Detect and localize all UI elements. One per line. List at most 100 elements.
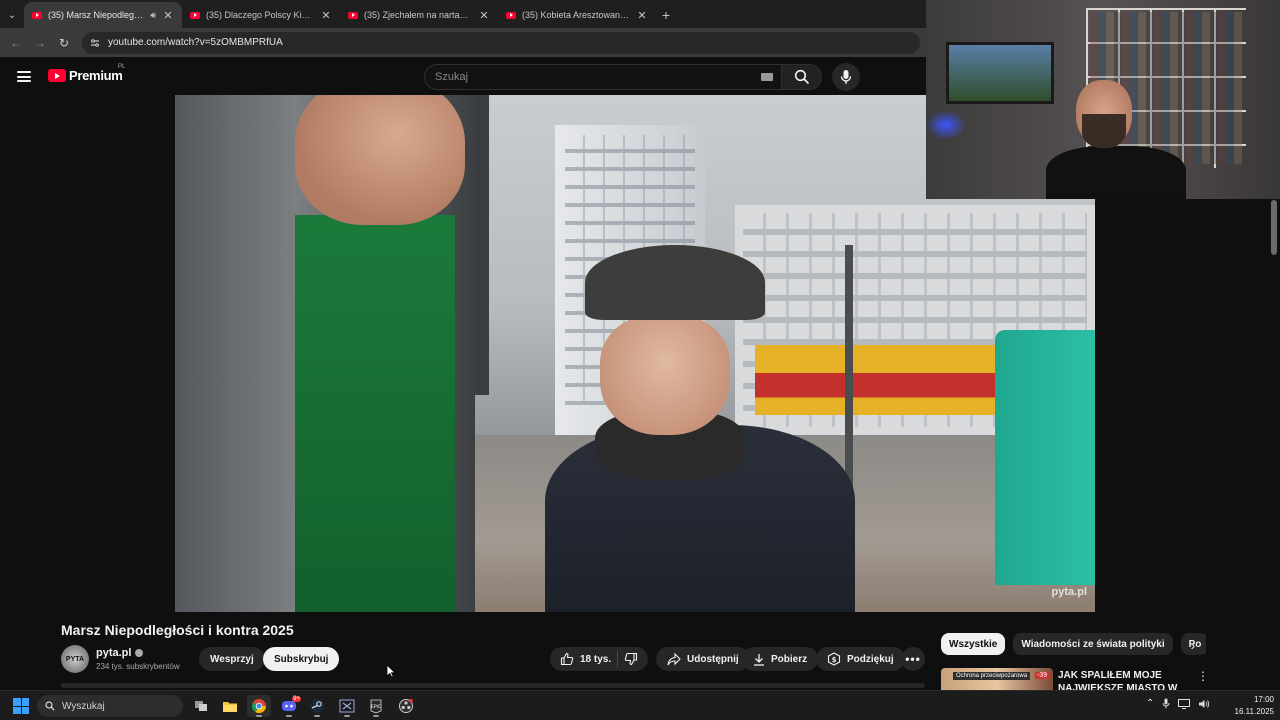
tab-title: (35) Marsz Niepodległości (48, 10, 145, 20)
keyboard-icon[interactable] (761, 73, 773, 81)
tab-audio-icon[interactable]: 🔊︎ (150, 10, 156, 21)
channel-name: pyta.pl (96, 647, 132, 659)
channel-avatar[interactable]: PYTA (61, 645, 89, 673)
browser-tab-3[interactable]: (35) Zjechałem na nartach z M ✕ (340, 2, 498, 28)
streamer-webcam (926, 0, 1280, 199)
search-button[interactable] (782, 64, 822, 90)
more-dots-icon: ••• (905, 652, 921, 666)
youtube-premium-logo[interactable]: Premium PL (48, 64, 125, 83)
subscriber-count: 234 tys. subskrybentów (96, 662, 180, 671)
menu-hamburger-icon[interactable] (17, 71, 31, 82)
webcam-streamer (1046, 70, 1186, 199)
chip-all[interactable]: Wszystkie (941, 633, 1006, 655)
like-dislike-group: 18 tys. (550, 647, 649, 671)
youtube-favicon-icon (190, 11, 200, 19)
like-button[interactable]: 18 tys. (560, 652, 611, 666)
recommended-video-thumbnail[interactable]: Ochrona przeciwpożarowa -39 (941, 668, 1053, 690)
like-count: 18 tys. (580, 653, 612, 665)
thumbs-down-icon (624, 652, 638, 666)
reload-icon[interactable]: ↻ (54, 33, 74, 53)
tab-search-chevron-icon[interactable]: ⌄ (0, 2, 24, 28)
tab-close-icon[interactable]: ✕ (320, 9, 332, 22)
back-arrow-icon[interactable]: ← (6, 33, 26, 53)
search-icon (794, 69, 809, 85)
site-info-icon[interactable] (90, 38, 100, 48)
thanks-button[interactable]: $ Podziękuj (816, 647, 905, 671)
taskbar-search-placeholder: Wyszukaj (62, 700, 105, 712)
page-scrollbar[interactable] (1271, 200, 1277, 255)
task-view-icon[interactable] (189, 695, 213, 717)
recommended-video-title[interactable]: JAK SPALIŁEM MOJE NAJWIĘKSZE MIASTO W AN… (1058, 669, 1190, 690)
thumbs-up-icon (560, 652, 574, 666)
tab-title: (35) Zjechałem na nartach z M (364, 10, 472, 20)
tab-close-icon[interactable]: ✕ (478, 9, 490, 22)
windows-start-icon[interactable] (13, 698, 29, 714)
clock-date: 16.11.2025 (1234, 707, 1274, 716)
steam-icon[interactable] (305, 695, 329, 717)
video-title: Marsz Niepodległości i kontra 2025 (61, 622, 294, 638)
video-portable-toilet (995, 330, 1095, 585)
discord-icon[interactable]: 9+ (277, 695, 301, 717)
youtube-header: Premium PL (0, 57, 926, 95)
webcam-aquarium (946, 42, 1054, 104)
microphone-icon (840, 70, 852, 84)
network-monitor-icon[interactable] (1178, 698, 1191, 709)
verified-check-icon (135, 649, 144, 657)
subscribe-button[interactable]: Subskrybuj (263, 647, 340, 671)
chip-politics-news[interactable]: Wiadomości ze świata polityki (1013, 633, 1173, 655)
file-explorer-icon[interactable] (218, 695, 242, 717)
channel-name-link[interactable]: pyta.pl (96, 647, 144, 659)
new-tab-plus-icon[interactable]: + (656, 2, 676, 28)
xbox-app-icon[interactable] (335, 695, 359, 717)
youtube-favicon-icon (506, 11, 516, 19)
discord-notification-badge: 9+ (292, 696, 301, 702)
url-text: youtube.com/watch?v=5zOMBMPRfUA (108, 37, 283, 48)
obs-icon[interactable] (394, 695, 418, 717)
browser-tab-4[interactable]: (35) Kobieta Aresztowana za Uj ✕ (498, 2, 656, 28)
tab-title: (35) Dlaczego Polscy Kierowcy (206, 10, 314, 20)
dislike-button[interactable] (624, 652, 638, 666)
youtube-play-logo-icon (48, 69, 66, 82)
thumbnail-badge-value: -39 (1034, 672, 1049, 679)
share-arrow-icon (667, 652, 681, 665)
youtube-favicon-icon (32, 11, 42, 19)
address-bar[interactable]: youtube.com/watch?v=5zOMBMPRfUA (82, 31, 920, 54)
support-button[interactable]: Wesprzyj (199, 647, 265, 671)
related-filter-chips: Wszystkie Wiadomości ze świata polityki … (941, 633, 1206, 657)
system-tray: ⌃ (1146, 698, 1210, 709)
forward-arrow-icon[interactable]: → (30, 33, 50, 53)
svg-text:$: $ (832, 656, 837, 664)
description-box-edge (61, 683, 925, 688)
video-woman (545, 245, 865, 612)
video-man-head (295, 95, 465, 225)
search-input[interactable] (435, 71, 735, 83)
download-icon (754, 653, 764, 666)
video-green-sweater (295, 215, 455, 612)
browser-tab-1[interactable]: (35) Marsz Niepodległości 🔊︎ ✕ (24, 2, 182, 28)
tab-close-icon[interactable]: ✕ (162, 9, 174, 22)
chrome-icon[interactable] (247, 695, 271, 717)
tab-close-icon[interactable]: ✕ (636, 9, 648, 22)
kebab-menu-icon[interactable]: ⋮ (1197, 669, 1209, 683)
browser-tab-2[interactable]: (35) Dlaczego Polscy Kierowcy ✕ (182, 2, 340, 28)
more-actions-button[interactable]: ••• (901, 647, 925, 671)
tray-microphone-icon[interactable] (1162, 698, 1170, 709)
share-button[interactable]: Udostępnij (656, 647, 750, 671)
windows-taskbar: Wyszukaj 9+ EPIC ⌃ 17:00 16.11.2025 (0, 690, 1280, 720)
youtube-favicon-icon (348, 11, 358, 19)
clock-time: 17:00 (1253, 695, 1274, 704)
taskbar-clock[interactable]: 17:00 16.11.2025 (1222, 694, 1274, 718)
voice-search-button[interactable] (832, 63, 860, 91)
epic-games-icon[interactable]: EPIC (364, 695, 388, 717)
tab-title: (35) Kobieta Aresztowana za Uj (522, 10, 630, 20)
logo-country-code: PL (118, 64, 126, 70)
thumbnail-badge: Ochrona przeciwpożarowa (953, 672, 1031, 680)
tray-overflow-chevron-icon[interactable]: ⌃ (1146, 698, 1154, 709)
volume-icon[interactable] (1198, 699, 1210, 709)
svg-text:EPIC: EPIC (371, 704, 381, 710)
download-button[interactable]: Pobierz (742, 647, 819, 671)
video-traffic-pole (475, 95, 489, 395)
chevron-right-icon[interactable]: › (1184, 636, 1202, 654)
taskbar-search[interactable]: Wyszukaj (37, 695, 183, 717)
browser-toolbar: ← → ↻ youtube.com/watch?v=5zOMBMPRfUA (0, 28, 926, 57)
